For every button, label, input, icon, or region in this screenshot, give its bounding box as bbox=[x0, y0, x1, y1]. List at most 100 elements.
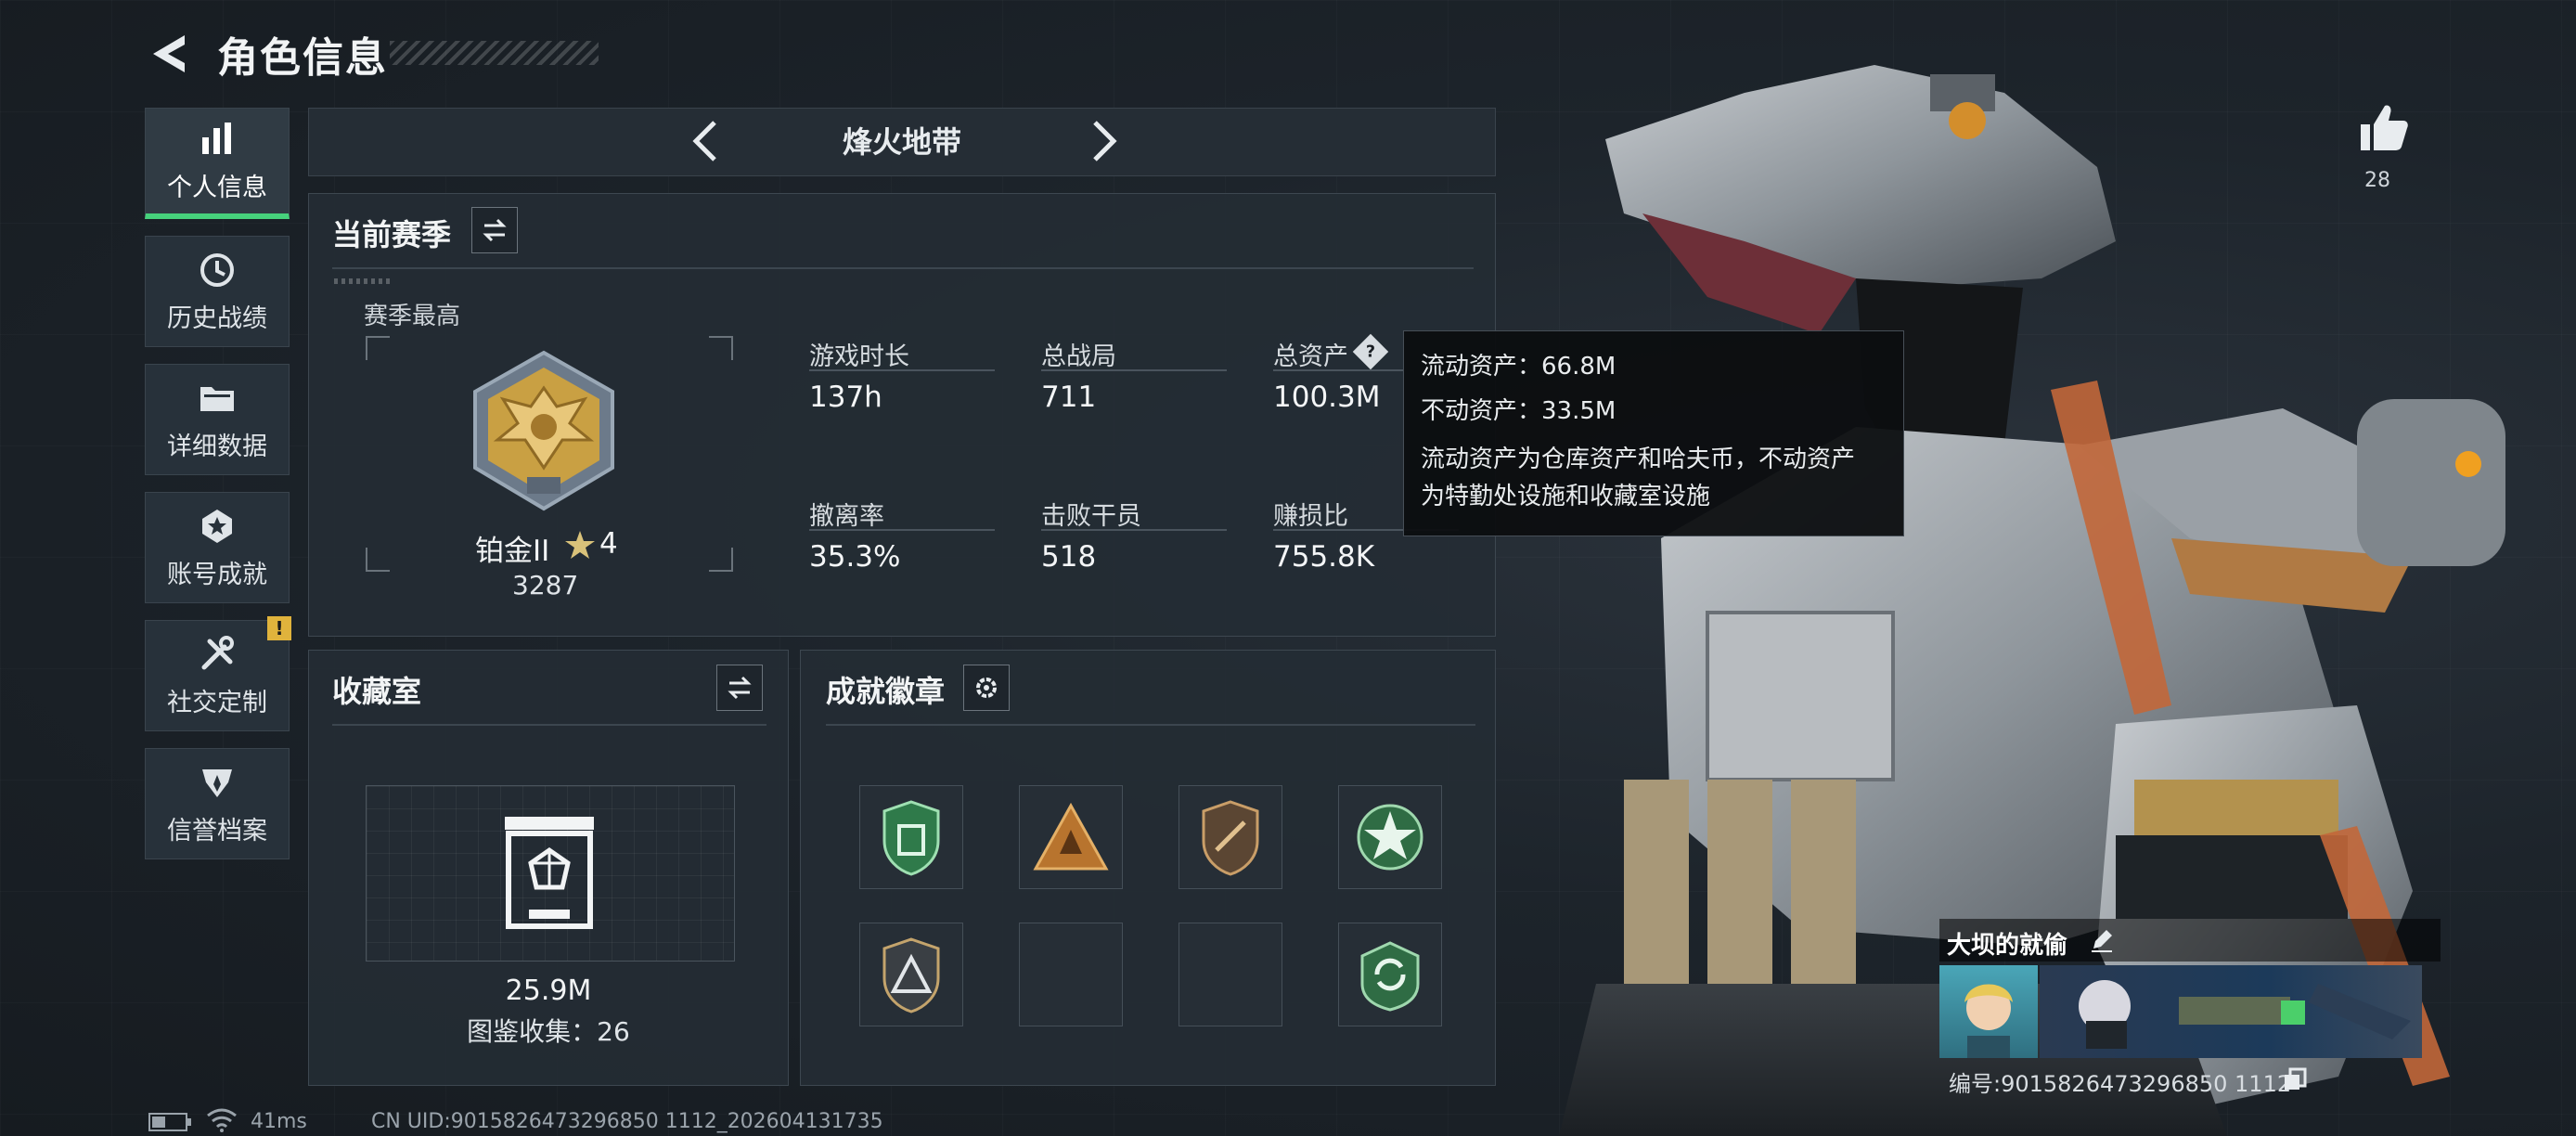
stat-label: 游戏时长 bbox=[809, 342, 909, 371]
achievement-badge[interactable] bbox=[1019, 785, 1123, 889]
mode-label: 烽火地带 bbox=[842, 124, 961, 160]
achievement-empty-slot[interactable] bbox=[1019, 923, 1123, 1026]
achievement-badge[interactable] bbox=[1338, 785, 1442, 889]
stat-value: 518 bbox=[1041, 540, 1097, 574]
stat-value: 755.8K bbox=[1273, 540, 1375, 574]
sidebar-item-detailed-data[interactable]: 详细数据 bbox=[145, 364, 290, 475]
stat-label: 总资产 bbox=[1273, 342, 1348, 371]
star-icon bbox=[565, 531, 595, 559]
achievements-title: 成就徽章 bbox=[826, 674, 946, 709]
sidebar-item-reputation[interactable]: 信誉档案 bbox=[145, 748, 290, 859]
stat-value: 137h bbox=[809, 381, 882, 414]
stat-value: 711 bbox=[1041, 381, 1097, 414]
achievement-empty-slot[interactable] bbox=[1179, 923, 1282, 1026]
stat-label: 赚损比 bbox=[1273, 502, 1348, 531]
ping-value: 41ms bbox=[251, 1110, 307, 1133]
banner-art bbox=[2079, 980, 2411, 1049]
back-arrow-icon[interactable] bbox=[144, 28, 196, 80]
folder-icon bbox=[200, 386, 234, 411]
tooltip-fixed-assets: 不动资产：33.5M bbox=[1421, 397, 1616, 425]
swap-icon bbox=[728, 676, 752, 700]
collection-switch-button[interactable] bbox=[716, 665, 763, 711]
achievement-badge[interactable] bbox=[859, 785, 963, 889]
gear-icon bbox=[976, 678, 997, 698]
sidebar-item-label: 详细数据 bbox=[167, 432, 267, 461]
page-title: 角色信息 bbox=[217, 34, 388, 82]
stat-divider bbox=[809, 369, 995, 371]
stat-label: 击败干员 bbox=[1041, 502, 1141, 531]
tooltip-note-line2: 为特勤处设施和收藏室设施 bbox=[1421, 483, 1711, 510]
frame-corner bbox=[366, 548, 390, 572]
copy-icon[interactable] bbox=[2283, 1067, 2307, 1091]
achievement-icon bbox=[202, 509, 232, 543]
frame-corner bbox=[709, 548, 733, 572]
stat-divider bbox=[809, 529, 995, 531]
sidebar-item-label: 社交定制 bbox=[167, 688, 267, 717]
rank-stars: 4 bbox=[599, 527, 618, 561]
frame-corner bbox=[709, 336, 733, 360]
green-star-badge-icon bbox=[1357, 804, 1423, 871]
sidebar-item-label: 历史战绩 bbox=[167, 303, 267, 333]
collection-count: 图鉴收集：26 bbox=[467, 1016, 630, 1047]
sidebar-item-label: 账号成就 bbox=[167, 560, 267, 589]
stat-divider bbox=[1041, 529, 1227, 531]
divider bbox=[826, 724, 1475, 726]
season-switch-button[interactable] bbox=[471, 207, 518, 253]
gold-triangle-badge-icon bbox=[1033, 802, 1109, 871]
divider bbox=[332, 724, 766, 726]
rank-points: 3287 bbox=[512, 570, 579, 600]
achievements-settings-button[interactable] bbox=[963, 665, 1010, 711]
player-banner[interactable] bbox=[2040, 965, 2422, 1058]
achievement-badge[interactable] bbox=[1179, 785, 1282, 889]
avatar-portrait bbox=[1964, 984, 2013, 1058]
achievement-badge[interactable] bbox=[1338, 923, 1442, 1026]
stat-value: 35.3% bbox=[809, 540, 901, 574]
divider bbox=[332, 267, 1474, 269]
sidebar-item-personal-info[interactable]: 个人信息 bbox=[145, 108, 290, 219]
stat-label: 撤离率 bbox=[809, 502, 884, 531]
rank-name: 铂金II bbox=[475, 535, 550, 568]
avatar[interactable] bbox=[1939, 965, 2038, 1058]
reputation-icon bbox=[202, 768, 232, 797]
swap-icon bbox=[483, 218, 507, 242]
battery-icon bbox=[148, 1113, 191, 1131]
chevron-right-icon[interactable] bbox=[1076, 115, 1128, 167]
stat-label: 总战局 bbox=[1041, 342, 1116, 371]
history-clock-icon bbox=[200, 252, 234, 287]
tools-icon bbox=[201, 635, 234, 669]
sidebar-item-label: 个人信息 bbox=[167, 174, 267, 202]
collection-room-icon bbox=[505, 817, 594, 929]
thumbs-up-icon[interactable] bbox=[2355, 100, 2411, 156]
edit-pencil-icon[interactable] bbox=[2088, 926, 2116, 954]
bar-chart-icon bbox=[202, 123, 231, 154]
bronze-shield-badge-icon bbox=[1202, 800, 1259, 876]
decoration-dots bbox=[334, 278, 390, 284]
season-title: 当前赛季 bbox=[332, 217, 452, 252]
green-cycle-badge-icon bbox=[1360, 941, 1420, 1012]
player-id: 编号:9015826473296850 1112 bbox=[1949, 1071, 2292, 1097]
collection-value: 25.9M bbox=[505, 975, 592, 1007]
sidebar-item-history[interactable]: 历史战绩 bbox=[145, 236, 290, 347]
pyramid-badge-icon bbox=[882, 937, 940, 1013]
stat-divider bbox=[1041, 369, 1227, 371]
green-shield-badge-icon bbox=[882, 800, 940, 876]
sidebar-item-account-achievements[interactable]: 账号成就 bbox=[145, 492, 290, 603]
frame-corner bbox=[366, 336, 390, 360]
like-count: 28 bbox=[2364, 169, 2390, 192]
title-decoration bbox=[390, 41, 599, 65]
tooltip-liquid-assets: 流动资产：66.8M bbox=[1421, 353, 1616, 381]
chevron-left-icon[interactable] bbox=[681, 115, 733, 167]
rank-emblem-icon bbox=[473, 350, 614, 511]
asset-tooltip: 流动资产：66.8M 不动资产：33.5M 流动资产为仓库资产和哈夫币，不动资产… bbox=[1403, 330, 1904, 536]
wifi-icon bbox=[207, 1108, 237, 1132]
stat-value: 100.3M bbox=[1273, 381, 1381, 414]
stat-divider bbox=[1273, 369, 1403, 371]
player-name: 大坝的就偷 bbox=[1947, 932, 2068, 960]
collection-title: 收藏室 bbox=[332, 674, 422, 709]
tooltip-note-line1: 流动资产为仓库资产和哈夫币，不动资产 bbox=[1421, 445, 1856, 473]
sidebar-item-label: 信誉档案 bbox=[167, 816, 267, 846]
achievement-badge[interactable] bbox=[859, 923, 963, 1026]
season-best-label: 赛季最高 bbox=[364, 303, 461, 330]
uid-text: CN UID:9015826473296850 1112_20260413173… bbox=[371, 1110, 883, 1133]
notification-badge: ! bbox=[267, 616, 291, 640]
